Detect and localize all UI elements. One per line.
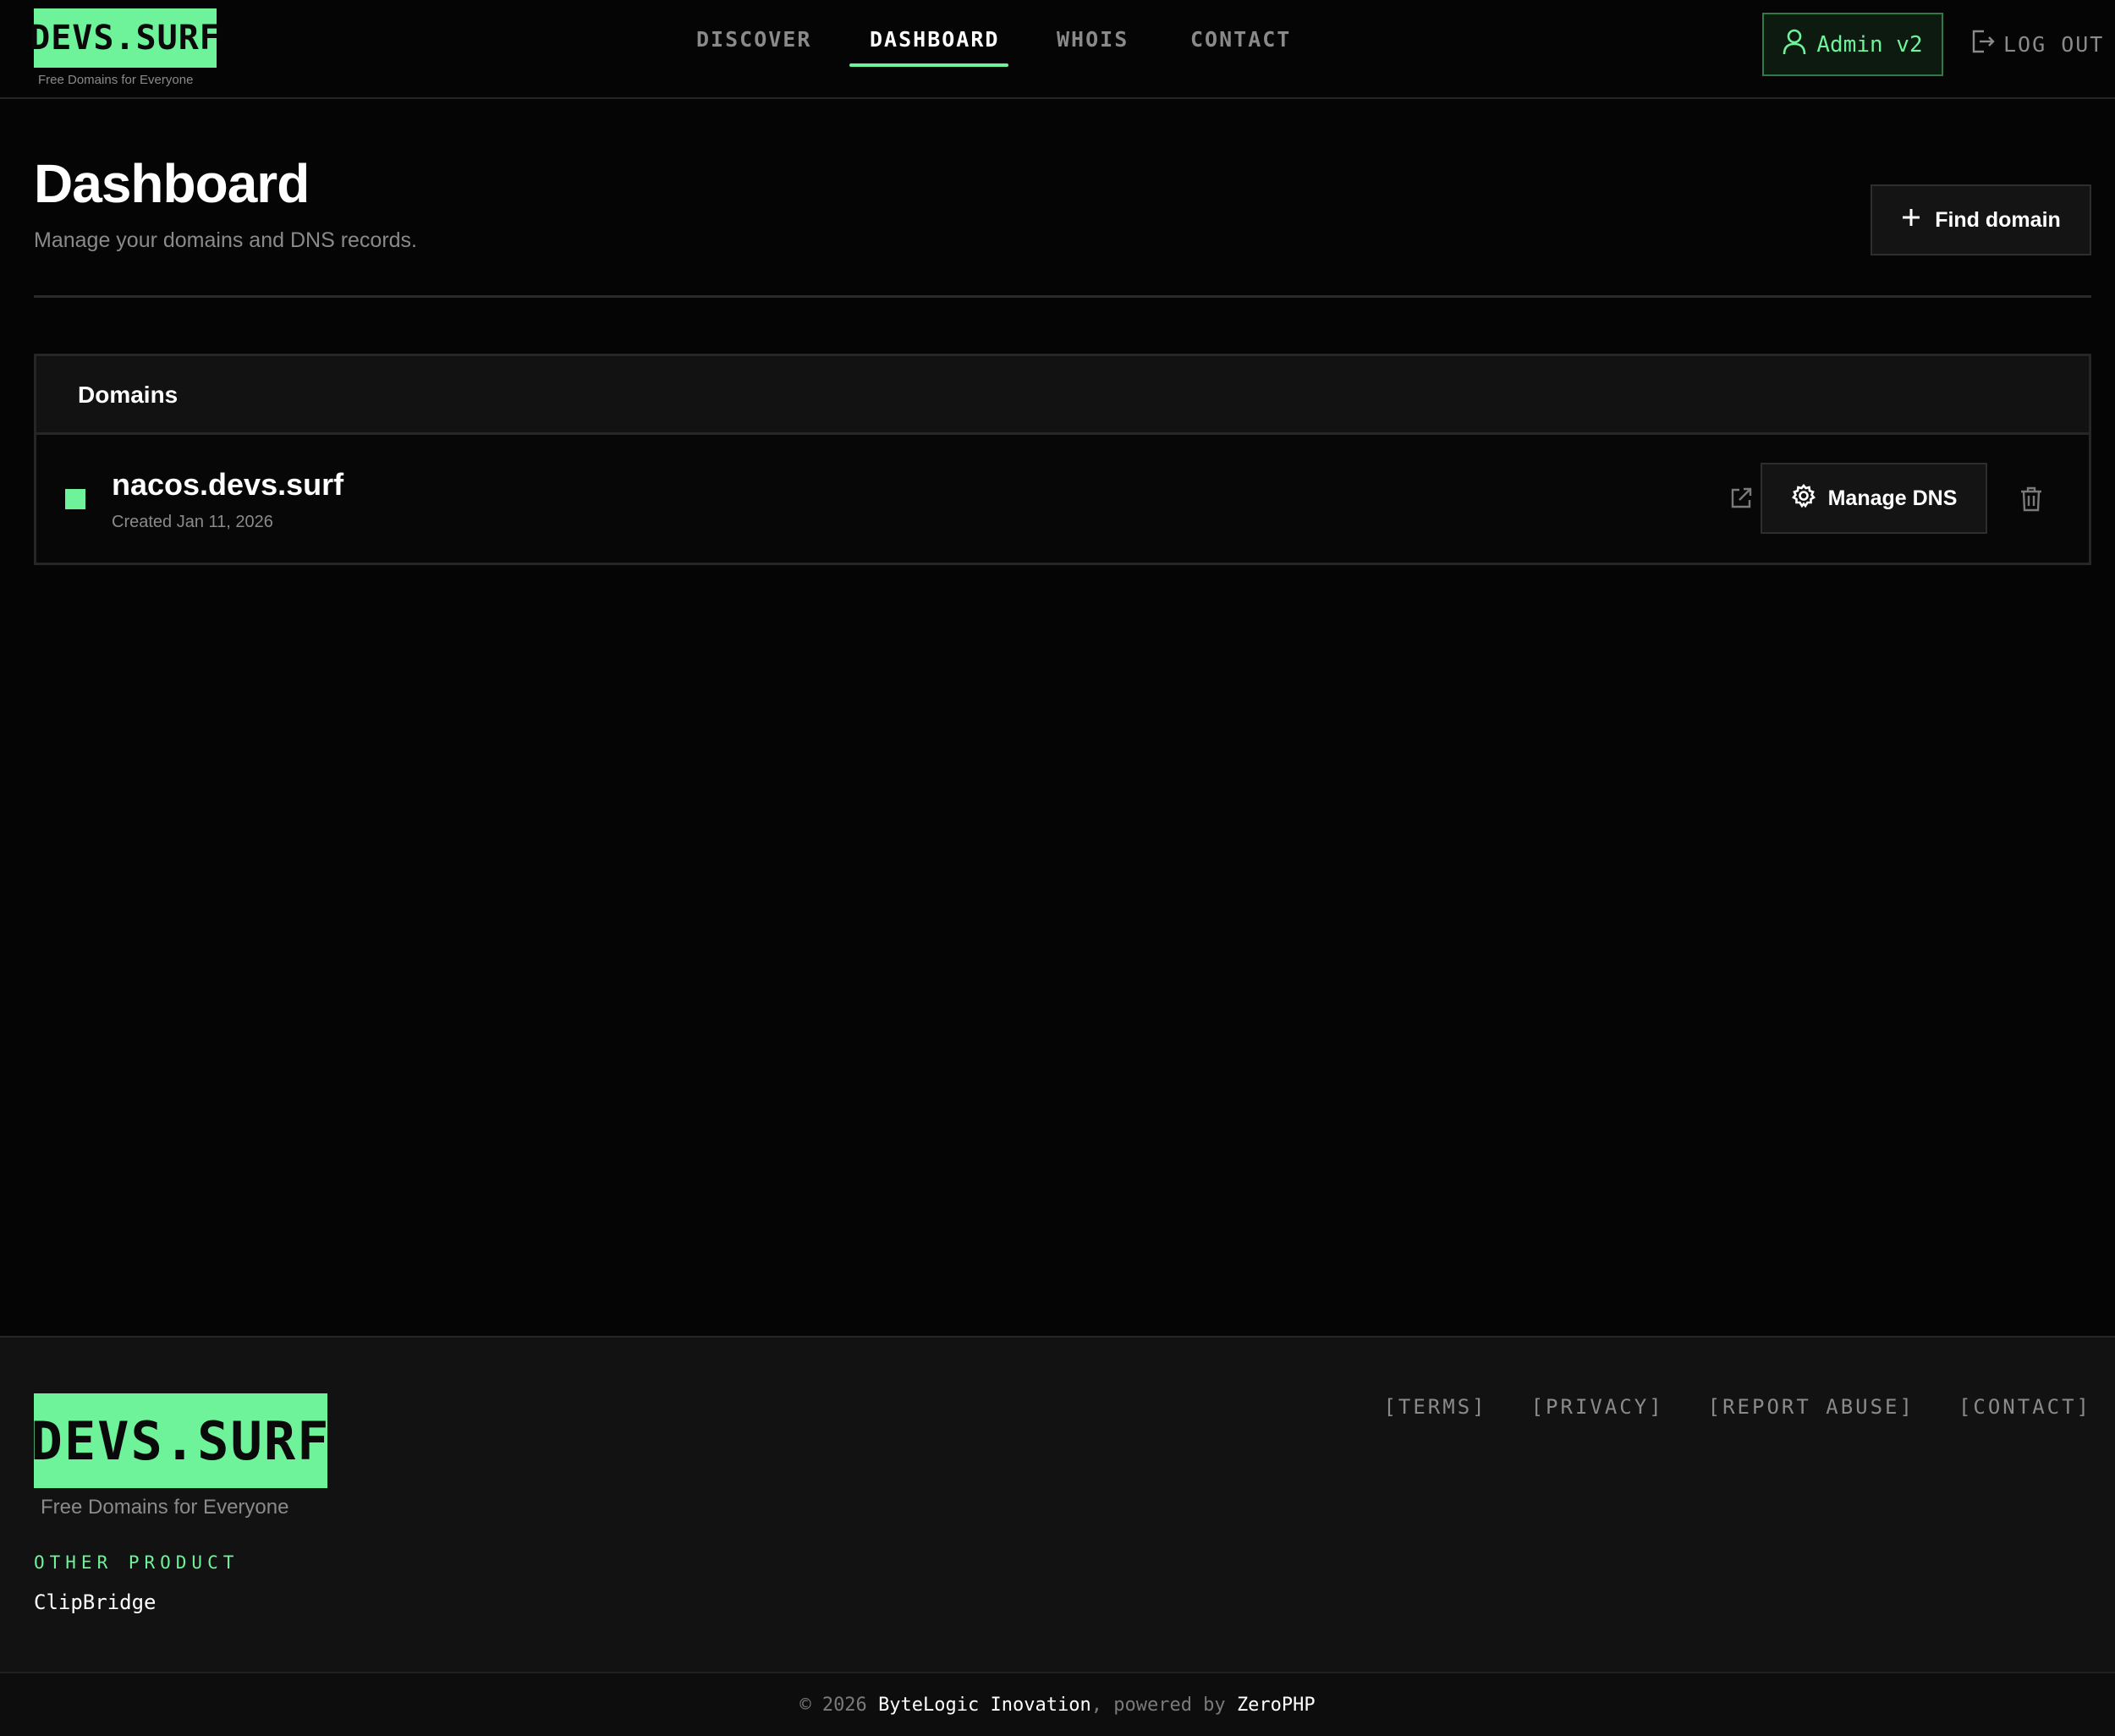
powered-by-link[interactable]: ZeroPHP <box>1237 1695 1316 1716</box>
footer-link-contact[interactable]: [CONTACT] <box>1958 1395 2091 1419</box>
footer-link-report-abuse[interactable]: [REPORT ABUSE] <box>1708 1395 1914 1419</box>
nav-item-whois[interactable]: WHOIS <box>1057 27 1129 52</box>
find-domain-button[interactable]: Find domain <box>1871 184 2091 255</box>
find-domain-label: Find domain <box>1935 207 2061 232</box>
nav-item-discover[interactable]: DISCOVER <box>696 27 811 52</box>
footer-logo-text: DEVS.SURF <box>30 1409 331 1472</box>
section-divider <box>34 295 2091 298</box>
footer-tagline: Free Domains for Everyone <box>41 1496 289 1519</box>
footer-link-terms[interactable]: [TERMS] <box>1383 1395 1486 1419</box>
site-footer: DEVS.SURF Free Domains for Everyone OTHE… <box>0 1336 2115 1736</box>
page-title: Dashboard <box>34 153 310 214</box>
footer-logo[interactable]: DEVS.SURF <box>31 1393 328 1488</box>
domains-panel-title: Domains <box>78 382 179 408</box>
user-account-button[interactable]: Admin v2 <box>1762 13 1943 76</box>
logout-icon <box>1971 29 1995 59</box>
domains-panel-header: Domains <box>36 356 2089 435</box>
top-header: DEVS.SURF Free Domains for Everyone DISC… <box>0 0 2115 99</box>
copyright-bar: © 2026 ByteLogic Inovation, powered by Z… <box>0 1672 2115 1736</box>
plus-icon <box>1901 207 1921 233</box>
footer-link-privacy[interactable]: [PRIVACY] <box>1531 1395 1664 1419</box>
logout-button[interactable]: LOG OUT <box>1971 27 2104 61</box>
user-account-label: Admin v2 <box>1816 31 1923 58</box>
domain-row: nacos.devs.surf Created Jan 11, 2026 Man… <box>36 435 2089 563</box>
domain-created-date: Created Jan 11, 2026 <box>112 513 273 531</box>
manage-dns-label: Manage DNS <box>1827 486 1958 510</box>
domain-name: nacos.devs.surf <box>112 467 344 502</box>
company-link[interactable]: ByteLogic Inovation <box>878 1695 1091 1716</box>
footer-links: [TERMS] [PRIVACY] [REPORT ABUSE] [CONTAC… <box>1383 1395 2091 1419</box>
external-link-icon[interactable] <box>1728 486 1754 511</box>
logout-label: LOG OUT <box>2003 31 2105 57</box>
gear-icon <box>1791 483 1816 514</box>
other-product-heading: OTHER PRODUCT <box>34 1552 239 1573</box>
nav-item-contact[interactable]: CONTACT <box>1190 27 1291 52</box>
trash-icon[interactable] <box>2019 486 2044 513</box>
page-subtitle: Manage your domains and DNS records. <box>34 228 418 252</box>
copyright-prefix: © 2026 <box>799 1694 867 1716</box>
nav-active-indicator <box>849 63 1008 67</box>
manage-dns-button[interactable]: Manage DNS <box>1761 463 1987 534</box>
other-product-link[interactable]: ClipBridge <box>34 1590 157 1614</box>
powered-by-text: , powered by <box>1090 1694 1226 1716</box>
user-icon <box>1783 28 1806 61</box>
domains-panel: Domains nacos.devs.surf Created Jan 11, … <box>34 354 2091 565</box>
domain-status-indicator <box>65 489 85 509</box>
nav-item-dashboard[interactable]: DASHBOARD <box>870 27 999 52</box>
